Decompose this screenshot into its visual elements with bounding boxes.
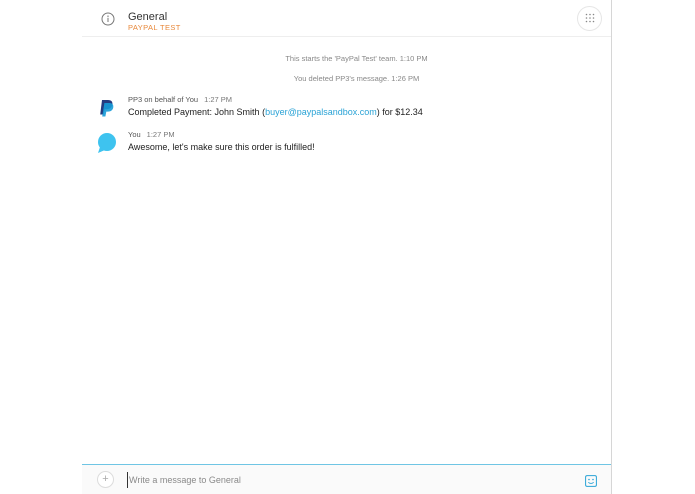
message-composer: + <box>82 464 611 494</box>
apps-button[interactable] <box>577 6 602 31</box>
message-text-end: ) for $12.34 <box>376 107 423 117</box>
message-text: Awesome, let's make sure this order is f… <box>128 142 315 152</box>
message-text: Completed Payment: John Smith (buyer@pay… <box>128 107 423 117</box>
system-message: This starts the 'PayPal Test' team. 1:10… <box>92 54 621 63</box>
system-message-text: You deleted PP3's message. 1:26 PM <box>293 74 420 83</box>
paypal-logo-icon <box>96 97 118 119</box>
grid-icon <box>585 10 595 28</box>
info-icon[interactable] <box>101 12 115 26</box>
chat-bubble-icon <box>96 132 118 154</box>
message-text-start: Completed Payment: John Smith ( <box>128 107 266 117</box>
channel-title: General <box>128 11 168 23</box>
message-meta: PP3 on behalf of You 1:27 PM <box>128 95 232 104</box>
message-author: You <box>128 130 141 139</box>
message-time: 1:27 PM <box>204 95 233 104</box>
channel-header: General PAYPAL TEST <box>82 0 611 37</box>
team-label: PAYPAL TEST <box>128 23 181 32</box>
email-link[interactable]: buyer@paypalsandbox.com <box>265 107 377 117</box>
pane-divider <box>611 0 612 494</box>
system-message: You deleted PP3's message. 1:26 PM <box>92 74 621 83</box>
add-attachment-button[interactable]: + <box>97 471 114 488</box>
message-time: 1:27 PM <box>146 130 175 139</box>
emoji-icon[interactable] <box>585 474 597 487</box>
message-author: PP3 on behalf of You <box>128 95 199 104</box>
chat-pane: General PAYPAL TEST This starts the 'Pay… <box>82 0 611 494</box>
message-meta: You 1:27 PM <box>128 130 175 139</box>
message-input[interactable] <box>127 472 567 488</box>
system-message-text: This starts the 'PayPal Test' team. 1:10… <box>285 54 428 63</box>
